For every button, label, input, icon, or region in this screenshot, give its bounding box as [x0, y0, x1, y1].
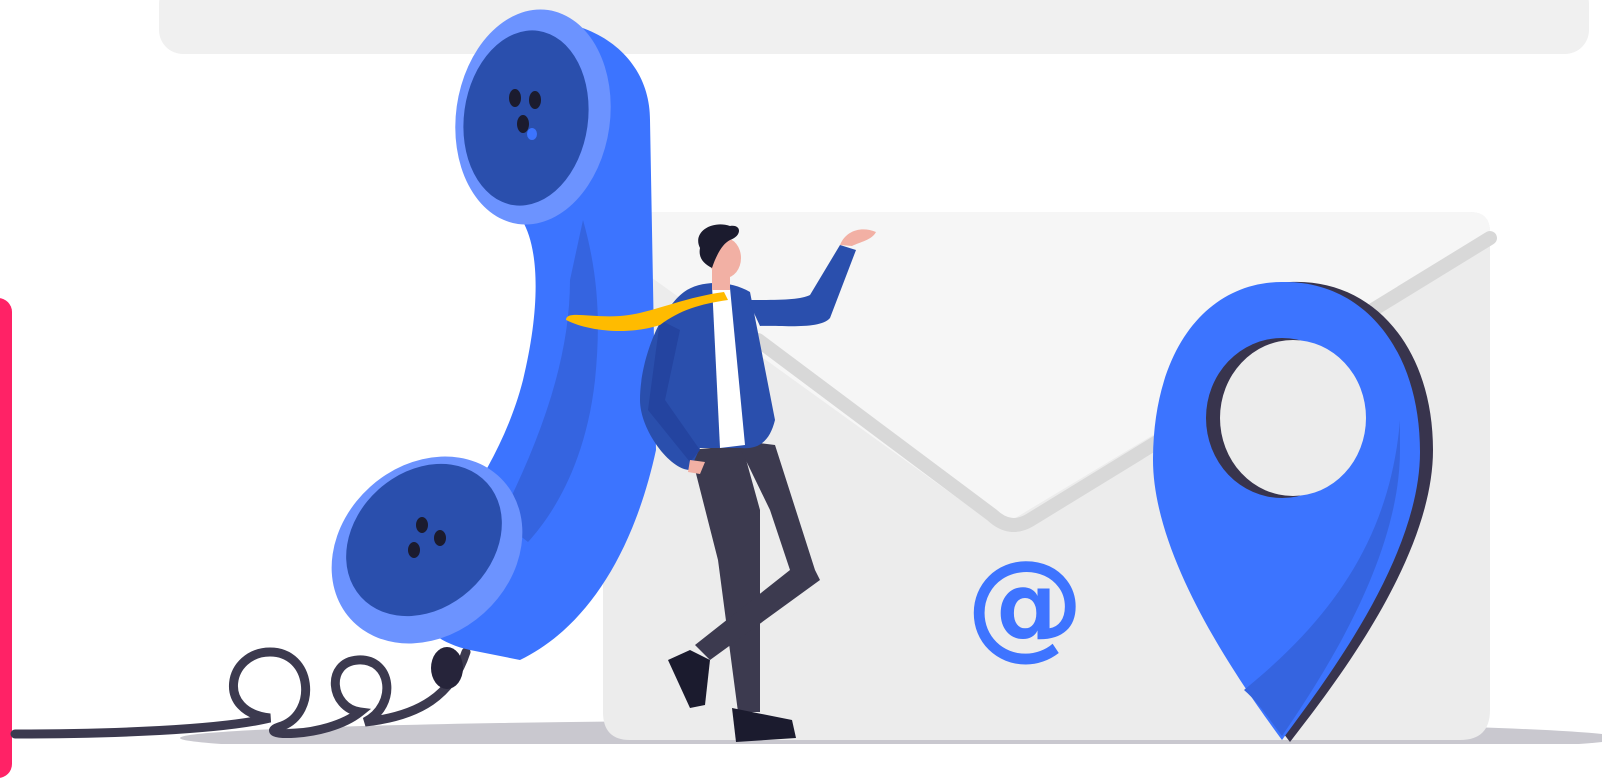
phone-handset-icon	[10, 9, 656, 739]
contact-illustration: @	[10, 9, 1602, 744]
phone-cord	[10, 647, 471, 739]
at-symbol: @	[966, 534, 1084, 672]
